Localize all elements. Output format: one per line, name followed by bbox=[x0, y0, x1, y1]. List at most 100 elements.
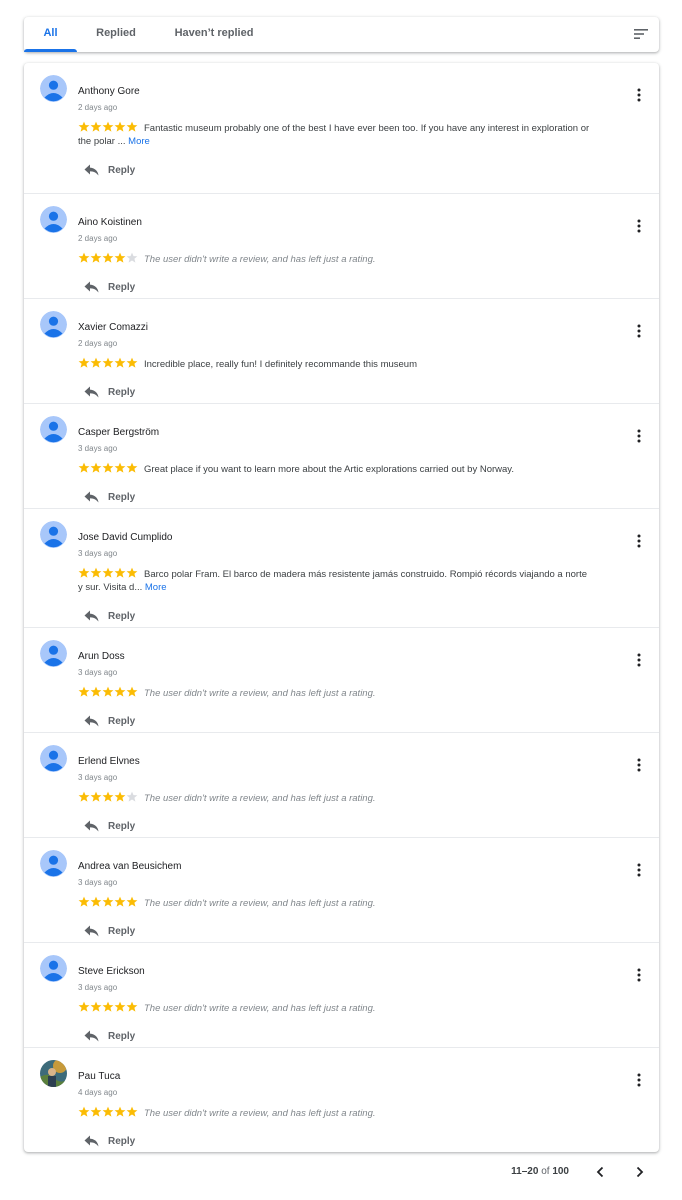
active-tab-indicator bbox=[24, 49, 77, 52]
review-text-line: The user didn't write a review, and has … bbox=[78, 791, 608, 807]
tab-replied-label: Replied bbox=[96, 27, 136, 39]
review-item: Jose David Cumplido 3 days ago Barco polar… bbox=[24, 508, 659, 627]
more-link[interactable]: More bbox=[128, 136, 150, 147]
reply-button[interactable]: Reply bbox=[84, 383, 135, 401]
review-text-line: the polar ... More bbox=[78, 135, 608, 149]
more-options-icon[interactable] bbox=[635, 219, 643, 233]
star-icon bbox=[126, 252, 138, 263]
star-icon bbox=[78, 567, 90, 578]
reply-label: Reply bbox=[108, 164, 136, 176]
reviewer-name: Aino Koistinen bbox=[78, 217, 142, 228]
reply-icon bbox=[84, 1030, 99, 1042]
star-icon bbox=[90, 462, 102, 473]
review-date: 2 days ago bbox=[78, 339, 118, 348]
tab-replied[interactable]: Replied bbox=[82, 17, 150, 52]
reply-button[interactable]: Reply bbox=[84, 922, 135, 940]
star-icon bbox=[126, 567, 138, 578]
more-options-icon[interactable] bbox=[635, 653, 643, 667]
more-options-icon[interactable] bbox=[635, 863, 643, 877]
star-icon bbox=[78, 252, 90, 263]
review-text: Fantastic museum probably one of the bes… bbox=[144, 123, 590, 134]
reply-button[interactable]: Reply bbox=[84, 712, 135, 730]
avatar bbox=[40, 311, 67, 338]
star-icon bbox=[78, 896, 90, 907]
reply-button[interactable]: Reply bbox=[84, 488, 135, 506]
avatar bbox=[40, 850, 67, 877]
reply-icon bbox=[84, 1135, 99, 1147]
tab-all-label: All bbox=[43, 27, 58, 39]
star-rating bbox=[78, 686, 138, 702]
star-icon bbox=[78, 121, 90, 132]
previous-page-button[interactable] bbox=[592, 1164, 608, 1180]
star-icon bbox=[90, 791, 102, 802]
more-options-icon[interactable] bbox=[635, 429, 643, 443]
star-rating bbox=[78, 896, 138, 912]
reply-label: Reply bbox=[108, 491, 136, 503]
review-text-line: The user didn't write a review, and has … bbox=[78, 1001, 608, 1017]
star-icon bbox=[78, 791, 90, 802]
reply-button[interactable]: Reply bbox=[84, 161, 135, 179]
star-icon bbox=[90, 1106, 102, 1117]
star-rating bbox=[78, 1106, 138, 1122]
review-date: 3 days ago bbox=[78, 983, 118, 992]
review-text: the polar ... bbox=[78, 136, 126, 147]
star-icon bbox=[114, 896, 126, 907]
review-item: Aino Koistinen 2 days ago The user didn't … bbox=[24, 193, 659, 298]
star-icon bbox=[126, 1106, 138, 1117]
star-rating bbox=[78, 1001, 138, 1017]
review-item: Anthony Gore 2 days ago Fantastic museum p… bbox=[24, 63, 659, 193]
reply-label: Reply bbox=[108, 925, 136, 937]
star-icon bbox=[102, 791, 114, 802]
sort-icon[interactable] bbox=[633, 26, 649, 42]
star-icon bbox=[102, 121, 114, 132]
no-review-note: The user didn't write a review, and has … bbox=[144, 1108, 376, 1119]
pagination-of: of bbox=[541, 1166, 550, 1177]
review-date: 2 days ago bbox=[78, 234, 118, 243]
more-options-icon[interactable] bbox=[635, 1073, 643, 1087]
reply-icon bbox=[84, 281, 99, 293]
star-icon bbox=[102, 896, 114, 907]
reviewer-name: Erlend Elvnes bbox=[78, 756, 140, 767]
more-options-icon[interactable] bbox=[635, 758, 643, 772]
star-icon bbox=[90, 567, 102, 578]
reply-button[interactable]: Reply bbox=[84, 607, 135, 625]
tab-havent-replied-label: Haven’t replied bbox=[174, 27, 254, 39]
star-icon bbox=[126, 357, 138, 368]
avatar bbox=[40, 745, 67, 772]
review-text-line: The user didn't write a review, and has … bbox=[78, 1106, 608, 1122]
reply-button[interactable]: Reply bbox=[84, 1132, 135, 1150]
review-date: 4 days ago bbox=[78, 1088, 118, 1097]
star-icon bbox=[102, 252, 114, 263]
review-date: 2 days ago bbox=[78, 103, 118, 112]
tab-havent-replied[interactable]: Haven’t replied bbox=[164, 17, 264, 52]
review-item: Andrea van Beusichem 3 days ago The user d… bbox=[24, 837, 659, 942]
reply-label: Reply bbox=[108, 386, 136, 398]
star-rating bbox=[78, 462, 138, 478]
tab-all[interactable]: All bbox=[24, 17, 77, 52]
more-link[interactable]: More bbox=[145, 582, 167, 593]
review-item: Steve Erickson 3 days ago The user didn't … bbox=[24, 942, 659, 1047]
reply-button[interactable]: Reply bbox=[84, 1027, 135, 1045]
reply-label: Reply bbox=[108, 715, 136, 727]
star-icon bbox=[114, 121, 126, 132]
reply-label: Reply bbox=[108, 281, 136, 293]
star-icon bbox=[126, 686, 138, 697]
more-options-icon[interactable] bbox=[635, 968, 643, 982]
review-item: Pau Tuca 4 days ago The user didn't write … bbox=[24, 1047, 659, 1152]
star-icon bbox=[114, 686, 126, 697]
more-options-icon[interactable] bbox=[635, 324, 643, 338]
pagination-label: 11–20 of 100 bbox=[511, 1166, 569, 1177]
reply-button[interactable]: Reply bbox=[84, 817, 135, 835]
reply-button[interactable]: Reply bbox=[84, 278, 135, 296]
avatar bbox=[40, 1060, 67, 1087]
reply-icon bbox=[84, 164, 99, 176]
review-text: Great place if you want to learn more ab… bbox=[144, 464, 514, 475]
no-review-note: The user didn't write a review, and has … bbox=[144, 898, 376, 909]
no-review-note: The user didn't write a review, and has … bbox=[144, 254, 376, 265]
review-text-line: The user didn't write a review, and has … bbox=[78, 252, 608, 268]
avatar bbox=[40, 640, 67, 667]
star-icon bbox=[114, 462, 126, 473]
next-page-button[interactable] bbox=[632, 1164, 648, 1180]
more-options-icon[interactable] bbox=[635, 534, 643, 548]
more-options-icon[interactable] bbox=[635, 88, 643, 102]
